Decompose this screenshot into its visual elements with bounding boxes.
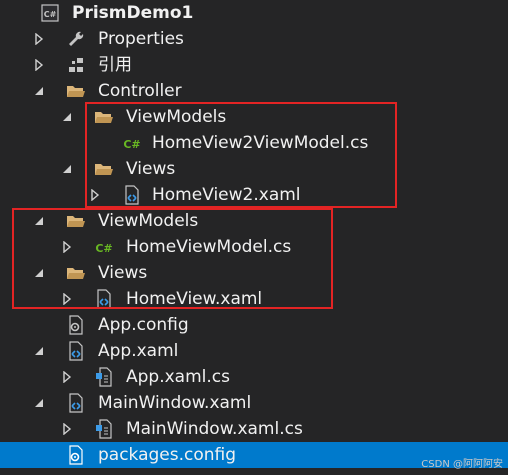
collapse-arrow-icon[interactable] xyxy=(60,104,74,130)
folder-open-icon xyxy=(66,81,86,101)
tree-item-properties[interactable]: Properties xyxy=(0,26,508,52)
tree-item-label: 引用 xyxy=(98,55,132,75)
collapse-arrow-icon[interactable] xyxy=(32,208,46,234)
folder-open-icon xyxy=(94,159,114,179)
collapse-arrow-icon[interactable] xyxy=(32,338,46,364)
csharp-project-icon: C# xyxy=(40,3,60,23)
expand-arrow-icon[interactable] xyxy=(88,182,102,208)
tree-item-label: MainWindow.xaml.cs xyxy=(126,419,303,439)
collapse-arrow-icon[interactable] xyxy=(60,156,74,182)
folder-open-icon xyxy=(66,211,86,231)
tree-item-homeview-xaml-file[interactable]: HomeView.xaml xyxy=(0,286,508,312)
tree-item-viewmodels-folder[interactable]: ViewModels xyxy=(0,104,508,130)
tree-item-label: HomeView.xaml xyxy=(126,289,263,309)
wrench-icon xyxy=(66,29,86,49)
tree-item-label: PrismDemo1 xyxy=(72,3,194,23)
tree-item-views-folder[interactable]: Views xyxy=(0,260,508,286)
tree-item-label: App.xaml.cs xyxy=(126,367,230,387)
tree-item-label: App.config xyxy=(98,315,189,335)
csharp-file-icon: C# xyxy=(122,133,142,153)
collapse-arrow-icon[interactable] xyxy=(32,390,46,416)
tree-item-project[interactable]: C# PrismDemo1 xyxy=(0,0,508,26)
svg-text:C#: C# xyxy=(95,242,112,255)
svg-text:C#: C# xyxy=(44,10,57,19)
tree-item-label: ViewModels xyxy=(98,211,199,231)
tree-item-label: Views xyxy=(126,159,176,179)
tree-item-app-config-file[interactable]: App.config xyxy=(0,312,508,338)
expand-arrow-icon[interactable] xyxy=(60,286,74,312)
tree-item-references[interactable]: 引用 xyxy=(0,52,508,78)
tree-item-homeview2-xaml-file[interactable]: HomeView2.xaml xyxy=(0,182,508,208)
solution-explorer-tree: C# PrismDemo1 Properties 引用 Controller V… xyxy=(0,0,508,475)
config-file-icon xyxy=(66,315,86,335)
folder-open-icon xyxy=(94,107,114,127)
expand-arrow-icon[interactable] xyxy=(60,416,74,442)
xaml-file-icon xyxy=(122,185,142,205)
collapse-arrow-icon[interactable] xyxy=(32,260,46,286)
config-file-icon xyxy=(66,445,86,465)
folder-open-icon xyxy=(66,263,86,283)
tree-item-label: Controller xyxy=(98,81,182,101)
expand-arrow-icon[interactable] xyxy=(60,364,74,390)
tree-item-homeview2viewmodel-file[interactable]: C# HomeView2ViewModel.cs xyxy=(0,130,508,156)
tree-item-app-xaml-file[interactable]: App.xaml xyxy=(0,338,508,364)
tree-item-controller-folder[interactable]: Controller xyxy=(0,78,508,104)
expand-arrow-icon[interactable] xyxy=(32,26,46,52)
tree-item-viewmodels-folder[interactable]: ViewModels xyxy=(0,208,508,234)
expand-arrow-icon[interactable] xyxy=(60,234,74,260)
csharp-file-icon: C# xyxy=(94,237,114,257)
tree-item-label: packages.config xyxy=(98,445,237,465)
tree-item-label: Views xyxy=(98,263,148,283)
tree-item-app-xaml-cs-file[interactable]: App.xaml.cs xyxy=(0,364,508,390)
xaml-file-icon xyxy=(66,393,86,413)
tree-item-label: HomeView2ViewModel.cs xyxy=(152,133,369,153)
tree-item-label: Properties xyxy=(98,29,184,49)
tree-item-label: ViewModels xyxy=(126,107,227,127)
xaml-file-icon xyxy=(94,289,114,309)
tree-item-label: MainWindow.xaml xyxy=(98,393,252,413)
code-file-icon xyxy=(94,367,114,387)
tree-item-mainwindow-xaml-file[interactable]: MainWindow.xaml xyxy=(0,390,508,416)
expand-arrow-icon[interactable] xyxy=(32,52,46,78)
tree-item-mainwindow-xaml-cs-file[interactable]: MainWindow.xaml.cs xyxy=(0,416,508,442)
collapse-arrow-icon[interactable] xyxy=(32,78,46,104)
code-file-icon xyxy=(94,419,114,439)
watermark-text: CSDN @阿阿阿安 xyxy=(421,459,503,470)
tree-item-label: HomeView2.xaml xyxy=(152,185,301,205)
tree-item-homeviewmodel-file[interactable]: C# HomeViewModel.cs xyxy=(0,234,508,260)
xaml-file-icon xyxy=(66,341,86,361)
svg-text:C#: C# xyxy=(123,138,140,151)
tree-item-label: App.xaml xyxy=(98,341,179,361)
tree-item-label: HomeViewModel.cs xyxy=(126,237,292,257)
references-icon xyxy=(66,55,86,75)
tree-item-views-folder[interactable]: Views xyxy=(0,156,508,182)
